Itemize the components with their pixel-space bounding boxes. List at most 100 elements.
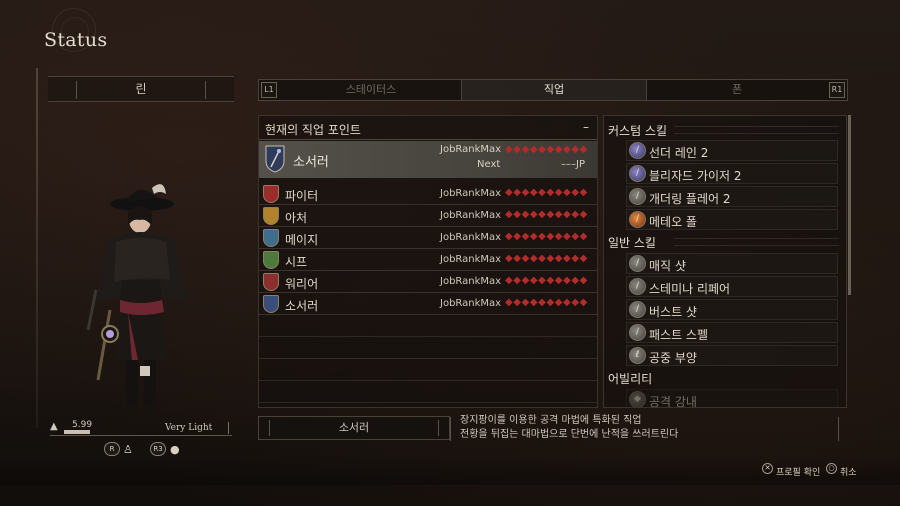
job-rank: JobRankMax [440,188,502,199]
job-row-mage[interactable]: 메이지 JobRankMax ◆◆◆◆◆◆◆◆◆◆ [259,227,597,249]
tab-pawn[interactable]: 폰 [647,80,827,100]
empty-job-slot [259,315,597,337]
current-job-rank: JobRankMax [440,144,502,155]
job-row-sorcerer[interactable]: 소서러 JobRankMax ◆◆◆◆◆◆◆◆◆◆ [259,293,597,315]
section-rule [674,238,839,246]
custom-skills-header: 커스텀 스킬 [608,124,668,138]
job-rank-diamonds: ◆◆◆◆◆◆◆◆◆◆ [505,231,588,242]
page-title: Status [44,29,108,51]
job-name: 워리어 [285,277,319,291]
status-tabbar: L1 스테이터스 직업 폰 R1 [258,79,848,101]
skill-thunder-rain[interactable]: / 선더 레인 2 [626,140,838,161]
job-rank: JobRankMax [440,276,502,287]
staff-skill-icon: / [629,301,646,318]
job-name: 소서러 [285,299,319,313]
job-points-value: – [583,120,589,134]
job-row-archer[interactable]: 아처 JobRankMax ◆◆◆◆◆◆◆◆◆◆ [259,205,597,227]
job-rank: JobRankMax [440,254,502,265]
staff-skill-icon: / [629,324,646,341]
tab-job[interactable]: 직업 [461,80,647,100]
staff-skill-icon: / [629,188,646,205]
ability-name: 공격 강내 [649,395,697,408]
staff-skill-icon: / [629,278,646,295]
skill-fast-spell[interactable]: / 패스트 스펠 [626,322,838,343]
skill-panel: 커스텀 스킬 / 선더 레인 2 / 블리자드 가이저 2 / 개더링 플레어 … [603,115,847,408]
job-row-fighter[interactable]: 파이터 JobRankMax ◆◆◆◆◆◆◆◆◆◆ [259,183,597,205]
skill-name: 매직 샷 [649,259,686,273]
tab-status[interactable]: 스테이터스 [281,80,461,100]
staff-skill-icon: / [629,255,646,272]
job-panel: 현재의 직업 포인트 – 소서러 JobRankMax ◆◆◆◆◆◆◆◆◆◆ N… [258,115,598,408]
skill-magic-shot[interactable]: / 매직 샷 [626,253,838,274]
job-rank-diamonds: ◆◆◆◆◆◆◆◆◆◆ [505,297,588,308]
weight-divider [228,422,229,434]
empty-job-slot [259,337,597,359]
r-button-hint[interactable]: R [104,442,120,456]
job-rank-diamonds: ◆◆◆◆◆◆◆◆◆◆ [505,275,588,286]
skill-name: 블리자드 가이저 2 [649,169,742,183]
job-rank: JobRankMax [440,298,502,309]
job-points-header: 현재의 직업 포인트 – [259,116,597,140]
job-rank-diamonds: ◆◆◆◆◆◆◆◆◆◆ [505,253,588,264]
skill-levitate[interactable]: ℓ 공중 부양 [626,345,838,366]
current-job-rank-diamonds: ◆◆◆◆◆◆◆◆◆◆ [505,144,588,155]
shield-ability-icon: ◆ [629,391,646,407]
cancel-label[interactable]: 취소 [840,465,857,478]
archer-emblem-icon [263,207,279,225]
weight-value: 5.99 [72,420,93,430]
left-divider [36,68,38,428]
mage-emblem-icon [263,229,279,247]
skill-burst-shot[interactable]: / 버스트 샷 [626,299,838,320]
description-divider [450,417,451,441]
profile-confirm-label[interactable]: 프로필 확인 [776,465,820,478]
thief-emblem-icon [263,251,279,269]
r3-button-hint[interactable]: R3 [150,442,166,456]
current-job-name: 소서러 [293,155,329,170]
job-rank-diamonds: ◆◆◆◆◆◆◆◆◆◆ [505,187,588,198]
abilities-header: 어빌리티 [608,372,653,386]
circle-button-icon[interactable]: ○ [826,463,837,474]
job-row-warrior[interactable]: 워리어 JobRankMax ◆◆◆◆◆◆◆◆◆◆ [259,271,597,293]
weight-icon: ▲ [50,421,58,432]
job-name: 파이터 [285,189,319,203]
job-rank-diamonds: ◆◆◆◆◆◆◆◆◆◆ [505,209,588,220]
character-name: 린 [135,82,147,96]
skill-name: 메테오 폴 [649,215,697,229]
description-job-box: 소서러 [258,416,450,440]
equipment-weight: ▲ 5.99 Very Light [50,420,232,436]
levitate-skill-icon: ℓ [629,347,646,364]
section-rule [674,126,839,134]
sorcerer-emblem-icon [265,145,285,173]
job-points-label: 현재의 직업 포인트 [265,123,361,137]
r1-shoulder-button[interactable]: R1 [829,82,845,98]
skill-gathering-flare[interactable]: / 개더링 플레어 2 [626,186,838,207]
job-name: 시프 [285,255,308,269]
weight-gauge [64,430,90,434]
skill-blizzard-geyser[interactable]: / 블리자드 가이저 2 [626,163,838,184]
job-name: 아처 [285,211,308,225]
skill-name: 버스트 샷 [649,305,697,319]
skill-scrollbar[interactable] [848,115,851,295]
ability-row[interactable]: ◆ 공격 강내 [626,389,838,408]
job-description: 장지팡이를 이용한 공격 마법에 특화된 직업 전황을 뒤집는 대마법으로 단번… [460,414,678,442]
skill-name: 선더 레인 2 [649,146,709,160]
character-name-bar: 린 [48,76,234,102]
skill-stamina-repair[interactable]: / 스테미나 리페어 [626,276,838,297]
empty-job-slot [259,359,597,381]
warrior-emblem-icon [263,273,279,291]
meteor-skill-icon: / [629,211,646,228]
job-row-thief[interactable]: 시프 JobRankMax ◆◆◆◆◆◆◆◆◆◆ [259,249,597,271]
cross-button-icon[interactable]: ✕ [762,463,773,474]
empty-job-slot [259,381,597,403]
general-skills-header: 일반 스킬 [608,236,656,250]
description-line: 장지팡이를 이용한 공격 마법에 특화된 직업 [460,415,642,426]
l1-shoulder-button[interactable]: L1 [261,82,277,98]
skill-meteor-fall[interactable]: / 메테오 폴 [626,209,838,230]
sorcerer-emblem-icon [263,295,279,313]
description-line: 전황을 뒤집는 대마법으로 단번에 난적을 쓰러트린다 [460,429,679,440]
staff-skill-icon: / [629,165,646,182]
character-portrait [86,184,188,406]
fighter-emblem-icon [263,185,279,203]
next-label: Next [477,159,501,170]
current-job-row[interactable]: 소서러 JobRankMax ◆◆◆◆◆◆◆◆◆◆ Next –––JP [259,141,597,178]
